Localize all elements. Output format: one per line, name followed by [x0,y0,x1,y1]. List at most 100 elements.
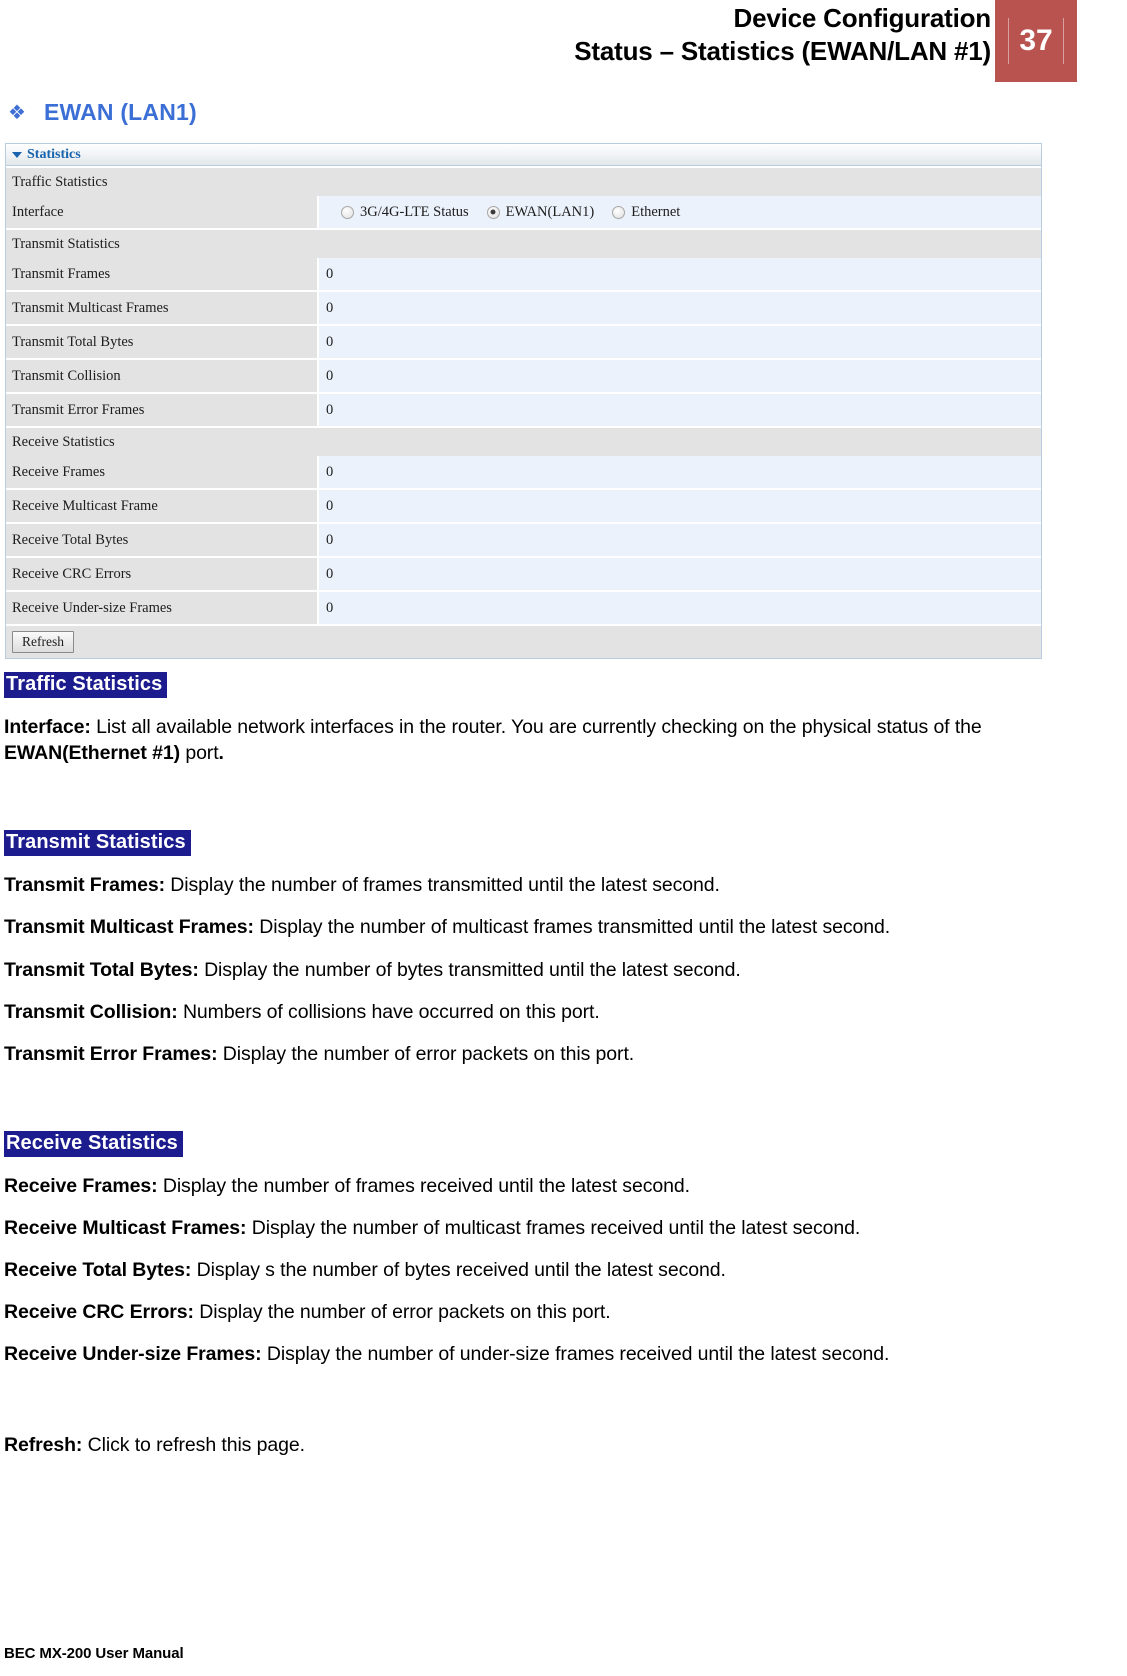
radio-label-ewan-lan1: EWAN(LAN1) [505,203,595,220]
radio-icon-3g4g-lte[interactable] [341,205,354,219]
row-value-receive-frames: 0 [319,456,1041,488]
badge-tick-left [1008,18,1009,64]
text-interface-bold: EWAN(Ethernet #1) [4,742,180,765]
paragraph-transmit-total-bytes: Transmit Total Bytes: Display the number… [4,957,1046,983]
panel-title-bar[interactable]: Statistics [6,144,1041,166]
header-title-block: Device Configuration Status – Statistics… [574,2,991,69]
table-row: Receive Frames 0 [6,456,1041,488]
paragraph-transmit-multicast-frames: Transmit Multicast Frames: Display the n… [4,914,1046,940]
radio-label-3g4g-lte: 3G/4G-LTE Status [360,203,469,220]
document-footer: BEC MX-200 User Manual [4,1645,184,1662]
term-transmit-frames: Transmit Frames: [4,874,165,897]
heading-transmit-statistics-wrap: Transmit Statistics [4,830,1046,857]
section-header-traffic: Traffic Statistics [6,168,1041,196]
desc-receive-total-bytes: Display s the number of bytes received u… [191,1259,726,1282]
row-label-receive-under-size-frames: Receive Under-size Frames [6,592,317,624]
header-title-line2: Status – Statistics (EWAN/LAN #1) [574,36,991,67]
desc-receive-under-size-frames: Display the number of under-size frames … [261,1343,890,1366]
heading-traffic-statistics: Traffic Statistics [4,672,168,698]
row-label-transmit-error-frames: Transmit Error Frames [6,394,317,426]
term-transmit-total-bytes: Transmit Total Bytes: [4,958,199,981]
panel-rows: Traffic Statistics Interface 3G/4G-LTE S… [6,166,1041,658]
table-row: Transmit Multicast Frames 0 [6,292,1041,324]
text-interface-a: List all available network interfaces in… [90,716,982,738]
row-label-transmit-multicast-frames: Transmit Multicast Frames [6,292,317,324]
paragraph-transmit-frames: Transmit Frames: Display the number of f… [4,872,1046,898]
heading-transmit-statistics: Transmit Statistics [4,830,191,857]
row-value-transmit-total-bytes: 0 [319,326,1041,358]
heading-receive-statistics-wrap: Receive Statistics [4,1130,1046,1157]
term-receive-under-size-frames: Receive Under-size Frames: [4,1343,262,1366]
paragraph-transmit-error-frames: Transmit Error Frames: Display the numbe… [4,1041,1046,1067]
row-label-receive-frames: Receive Frames [6,456,317,488]
row-value-receive-under-size-frames: 0 [319,592,1041,624]
row-label-transmit-collision: Transmit Collision [6,360,317,392]
diamond-bullet-icon: ❖ [8,101,26,124]
desc-receive-frames: Display the number of frames received un… [157,1174,690,1197]
radio-icon-ewan-lan1[interactable] [486,205,500,219]
text-interface-c: port [180,742,219,765]
term-receive-frames: Receive Frames: [4,1174,158,1197]
section-header-receive: Receive Statistics [6,428,1041,456]
row-label-receive-total-bytes: Receive Total Bytes [6,524,317,556]
term-receive-multicast-frames: Receive Multicast Frames: [4,1217,247,1239]
desc-transmit-collision: Numbers of collisions have occurred on t… [177,1000,600,1023]
paragraph-receive-frames: Receive Frames: Display the number of fr… [4,1173,1046,1199]
row-value-receive-multicast-frame: 0 [319,490,1041,522]
term-transmit-error-frames: Transmit Error Frames: [4,1042,218,1065]
paragraph-receive-multicast-frames: Receive Multicast Frames: Display the nu… [4,1215,1046,1241]
refresh-button[interactable]: Refresh [12,630,74,654]
paragraph-interface: Interface: List all available network in… [4,714,1046,766]
term-receive-crc-errors: Receive CRC Errors: [4,1301,194,1324]
desc-transmit-error-frames: Display the number of error packets on t… [217,1042,635,1065]
desc-receive-multicast-frames: Display the number of multicast frames r… [246,1217,861,1239]
radio-option-ewan-lan1[interactable]: EWAN(LAN1) [486,203,595,221]
section-header-transmit: Transmit Statistics [6,230,1041,258]
document-body: Traffic Statistics Interface: List all a… [4,672,1046,1458]
table-row: Receive Total Bytes 0 [6,524,1041,556]
section-bullet-heading: ❖ EWAN (LAN1) [8,99,197,126]
row-label-interface: Interface [6,196,317,228]
desc-refresh: Click to refresh this page. [82,1433,305,1456]
table-row: Transmit Total Bytes 0 [6,326,1041,358]
table-row: Receive Multicast Frame 0 [6,490,1041,522]
table-row: Receive CRC Errors 0 [6,558,1041,590]
page-number: 37 [1019,24,1053,57]
text-interface-d: . [218,742,224,765]
row-value-transmit-error-frames: 0 [319,394,1041,426]
page-header: Device Configuration Status – Statistics… [0,0,1127,88]
table-row: Receive Under-size Frames 0 [6,592,1041,624]
radio-option-ethernet[interactable]: Ethernet [612,204,680,221]
term-transmit-multicast-frames: Transmit Multicast Frames: [4,916,254,939]
paragraph-receive-crc-errors: Receive CRC Errors: Display the number o… [4,1299,1046,1325]
radio-icon-ethernet[interactable] [612,205,626,219]
table-row-interface: Interface 3G/4G-LTE Status EWAN(LAN1) Et… [6,196,1041,228]
row-label-transmit-total-bytes: Transmit Total Bytes [6,326,317,358]
row-value-transmit-multicast-frames: 0 [319,292,1041,324]
table-row: Transmit Frames 0 [6,258,1041,290]
heading-receive-statistics: Receive Statistics [4,1130,183,1157]
term-interface: Interface: [4,716,91,738]
paragraph-receive-total-bytes: Receive Total Bytes: Display s the numbe… [4,1257,1046,1283]
desc-transmit-total-bytes: Display the number of bytes transmitted … [198,958,741,981]
chevron-down-icon[interactable] [12,151,22,158]
term-receive-total-bytes: Receive Total Bytes: [4,1259,192,1282]
panel-footer-row: Refresh [6,626,1041,658]
panel-title-label: Statistics [27,146,81,162]
heading-traffic-statistics-wrap: Traffic Statistics [4,672,1046,698]
desc-transmit-multicast-frames: Display the number of multicast frames t… [253,916,891,939]
radio-option-3g4g-lte[interactable]: 3G/4G-LTE Status [341,204,469,221]
row-label-transmit-frames: Transmit Frames [6,258,317,290]
desc-receive-crc-errors: Display the number of error packets on t… [193,1301,611,1324]
